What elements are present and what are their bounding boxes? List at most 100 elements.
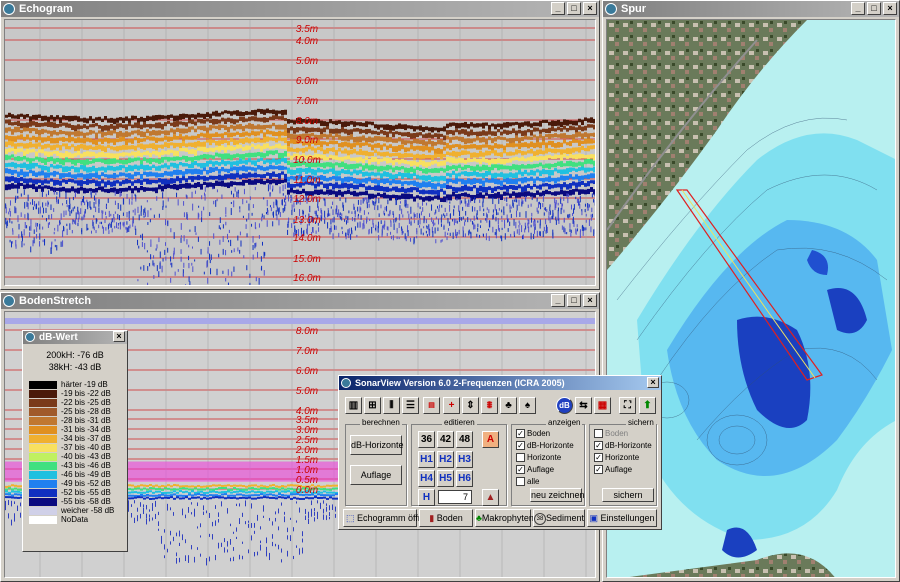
- echo-sample: [116, 166, 119, 171]
- echo-speck: [453, 218, 455, 226]
- echo-sample: [578, 167, 581, 171]
- echo-sample: [68, 136, 71, 143]
- echo-speck: [228, 229, 230, 233]
- echo-sample: [26, 157, 29, 162]
- echo-sample: [320, 488, 323, 491]
- echo-speck: [464, 233, 466, 238]
- echogram-plot[interactable]: 3.5m 4.0m 5.0m 6.0m 7.0m 8.0m 9.0m 10.0m 11.0m 12…: [4, 19, 596, 286]
- echo-speck: [432, 219, 434, 227]
- echo-sample: [185, 148, 188, 152]
- echo-speck: [9, 218, 11, 223]
- echo-speck: [348, 228, 350, 234]
- echo-sample: [113, 118, 116, 125]
- echo-sample: [494, 137, 497, 142]
- echo-sample: [257, 108, 260, 113]
- echo-sample: [152, 179, 155, 184]
- echo-sample: [167, 156, 170, 162]
- echo-sample: [56, 144, 59, 148]
- echo-sample: [479, 158, 482, 165]
- echo-sample: [305, 147, 308, 152]
- echo-sample: [71, 144, 74, 148]
- echo-speck: [42, 202, 44, 208]
- echo-speck: [495, 216, 497, 222]
- close-button[interactable]: ×: [583, 294, 597, 307]
- echo-sample: [584, 138, 587, 144]
- echo-sample: [161, 172, 164, 178]
- echo-speck: [197, 526, 198, 529]
- echo-speck: [557, 212, 559, 219]
- echo-sample: [443, 146, 446, 151]
- echo-sample: [284, 179, 287, 183]
- echo-sample: [425, 145, 428, 151]
- echo-speck: [231, 250, 233, 253]
- echo-speck: [140, 514, 141, 519]
- echo-sample: [455, 158, 458, 164]
- echogram-titlebar[interactable]: Echogram _ □ ×: [1, 1, 599, 17]
- echo-sample: [425, 190, 428, 194]
- maximize-button[interactable]: □: [567, 2, 581, 15]
- echo-sample: [590, 167, 593, 171]
- minimize-button[interactable]: _: [551, 294, 565, 307]
- echo-sample: [215, 152, 218, 157]
- echo-sample: [50, 172, 53, 176]
- echo-sample: [110, 130, 113, 136]
- echo-sample: [260, 487, 263, 490]
- echo-speck: [113, 214, 115, 219]
- echo-sample: [170, 496, 173, 499]
- echo-sample: [467, 178, 470, 184]
- echo-speck: [518, 220, 520, 224]
- echo-sample: [230, 488, 233, 491]
- echo-sample: [344, 141, 347, 147]
- bodenstretch-titlebar[interactable]: BodenStretch _ □ ×: [1, 293, 599, 309]
- echo-sample: [260, 496, 263, 499]
- echo-sample: [326, 169, 329, 174]
- echo-sample: [554, 162, 557, 168]
- echo-speck: [203, 271, 205, 275]
- echo-sample: [494, 178, 497, 185]
- echo-sample: [239, 496, 242, 499]
- echo-speck: [561, 225, 563, 230]
- echo-sample: [485, 122, 488, 126]
- echo-sample: [470, 152, 473, 158]
- echo-speck: [53, 231, 55, 235]
- echo-sample: [380, 129, 383, 134]
- echo-sample: [557, 142, 560, 148]
- echo-speck: [438, 209, 440, 213]
- echo-sample: [470, 122, 473, 127]
- maximize-button[interactable]: □: [567, 294, 581, 307]
- echo-sample: [233, 181, 236, 186]
- echo-speck: [89, 201, 91, 208]
- echo-sample: [26, 148, 29, 155]
- close-button[interactable]: ×: [583, 2, 597, 15]
- echo-sample: [158, 487, 161, 490]
- echo-sample: [314, 128, 317, 132]
- minimize-button[interactable]: _: [551, 2, 565, 15]
- echo-sample: [284, 488, 287, 491]
- echo-sample: [428, 190, 431, 195]
- echo-sample: [560, 149, 563, 155]
- echo-sample: [8, 168, 11, 174]
- echo-sample: [482, 164, 485, 171]
- echo-sample: [65, 151, 68, 157]
- echo-sample: [395, 124, 398, 130]
- echo-sample: [503, 150, 506, 154]
- echo-sample: [254, 137, 257, 143]
- echo-sample: [32, 127, 35, 132]
- echo-sample: [245, 111, 248, 116]
- echo-speck: [569, 213, 571, 218]
- echo-sample: [239, 111, 242, 117]
- echo-sample: [557, 161, 560, 166]
- echo-sample: [194, 168, 197, 174]
- echo-speck: [243, 255, 245, 259]
- echo-sample: [242, 116, 245, 123]
- echo-sample: [11, 490, 14, 493]
- echo-sample: [101, 179, 104, 184]
- echo-speck: [14, 197, 16, 203]
- echo-speck: [128, 211, 130, 219]
- echo-sample: [167, 487, 170, 490]
- echo-sample: [533, 155, 536, 161]
- echo-sample: [578, 189, 581, 195]
- echo-sample: [470, 129, 473, 136]
- echo-sample: [221, 493, 224, 496]
- echo-sample: [11, 162, 14, 167]
